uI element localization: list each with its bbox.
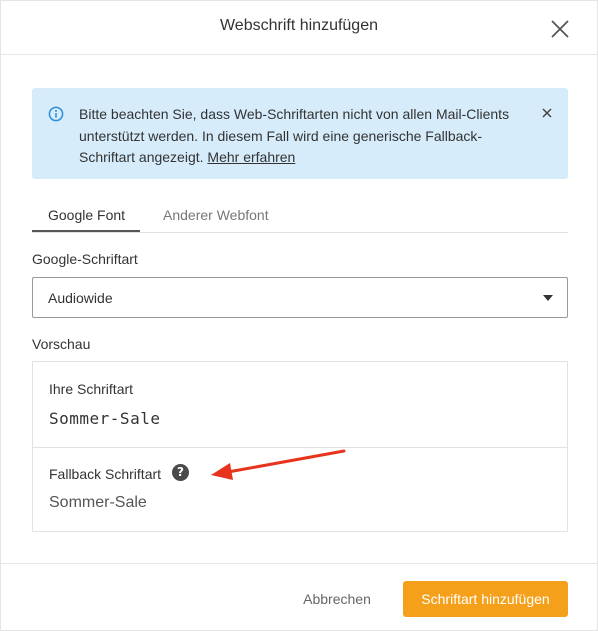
close-icon[interactable] [549, 18, 571, 40]
tab-google-font[interactable]: Google Font [48, 207, 125, 223]
dialog-title: Webschrift hinzufügen [219, 17, 378, 34]
google-font-select[interactable]: Audiowide [32, 277, 568, 318]
selected-font-value: Audiowide [48, 290, 113, 306]
info-icon [48, 106, 64, 122]
your-font-label: Ihre Schriftart [49, 381, 134, 397]
fallback-font-label: Fallback Schriftart [49, 466, 162, 482]
tab-other-webfont[interactable]: Anderer Webfont [163, 207, 269, 223]
caret-down-icon [543, 295, 553, 301]
add-font-button[interactable]: Schriftart hinzufügen [403, 581, 568, 617]
active-tab-indicator [32, 230, 140, 232]
font-source-tabs: Google Font Anderer Webfont [32, 198, 568, 233]
learn-more-link[interactable]: Mehr erfahren [207, 149, 295, 165]
red-arrow-annotation [211, 449, 346, 480]
fallback-font-sample: Sommer-Sale [49, 494, 147, 511]
info-close-icon[interactable] [541, 106, 553, 118]
dialog-footer: Abbrechen Schriftart hinzufügen [1, 563, 597, 631]
dialog-header: Webschrift hinzufügen [1, 1, 597, 55]
info-banner: Bitte beachten Sie, dass Web-Schriftarte… [32, 88, 568, 179]
help-icon[interactable]: ? [172, 464, 189, 481]
cancel-button[interactable]: Abbrechen [291, 581, 383, 617]
your-font-sample: Sommer-Sale [49, 409, 161, 428]
preview-label: Vorschau [32, 336, 91, 352]
dialog: Webschrift hinzufügen Bitte beachten Sie… [0, 0, 598, 631]
google-font-label: Google-Schriftart [32, 251, 138, 267]
info-text: Bitte beachten Sie, dass Web-Schriftarte… [79, 104, 519, 169]
